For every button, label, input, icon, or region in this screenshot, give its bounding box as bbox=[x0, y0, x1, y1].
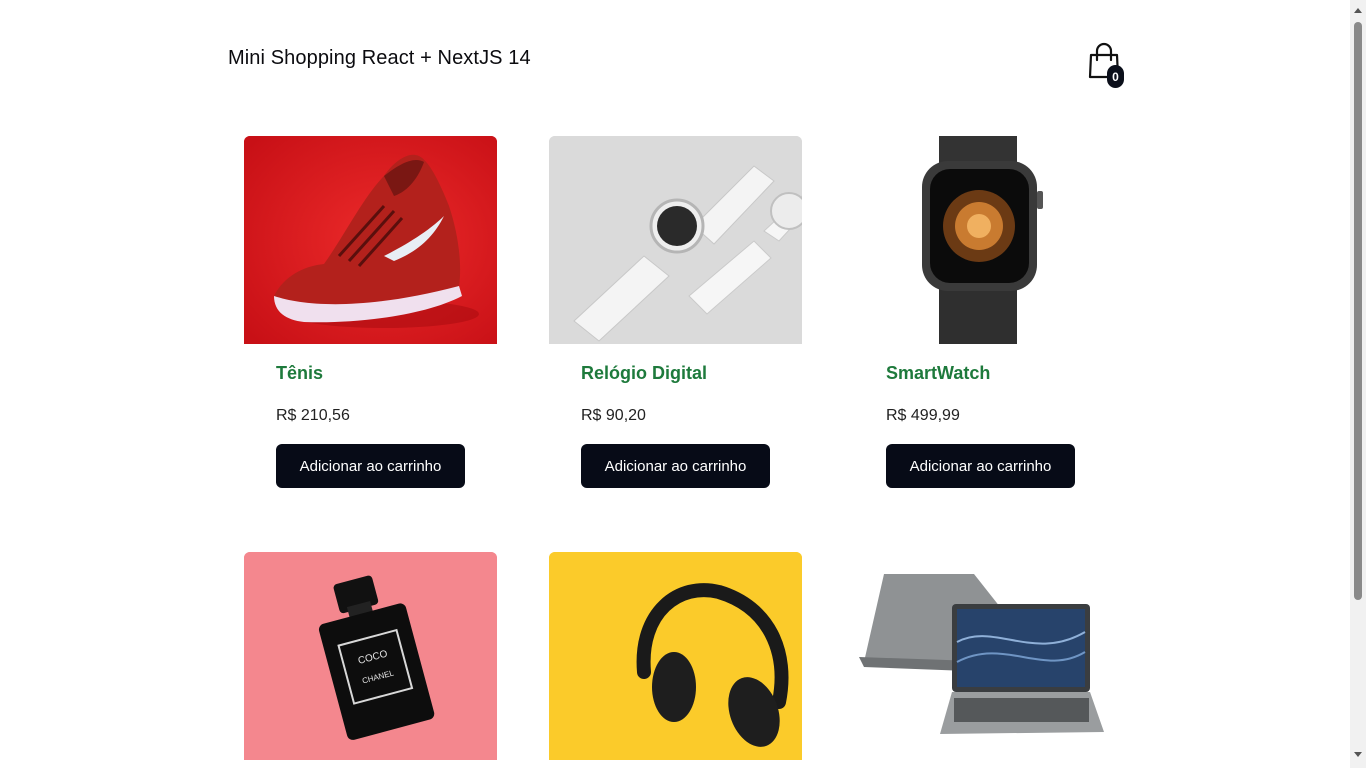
product-card-tenis: Tênis R$ 210,56 Adicionar ao carrinho bbox=[244, 136, 497, 488]
scrollbar-thumb[interactable] bbox=[1354, 22, 1362, 600]
add-to-cart-button[interactable]: Adicionar ao carrinho bbox=[886, 444, 1075, 488]
white-watches-image bbox=[549, 136, 802, 344]
product-card-perfume: COCO CHANEL bbox=[244, 552, 497, 760]
product-price: R$ 499,99 bbox=[886, 407, 960, 424]
page: Mini Shopping React + NextJS 14 0 Tênis … bbox=[0, 0, 1350, 768]
scroll-down-arrow-icon[interactable] bbox=[1354, 752, 1362, 757]
product-card-headphones bbox=[549, 552, 802, 760]
product-price: R$ 90,20 bbox=[581, 407, 646, 424]
product-title: Tênis bbox=[276, 363, 324, 383]
add-to-cart-button[interactable]: Adicionar ao carrinho bbox=[581, 444, 770, 488]
page-scrollbar[interactable] bbox=[1350, 0, 1366, 768]
cart-button[interactable]: 0 bbox=[1086, 42, 1130, 90]
cart-count-badge: 0 bbox=[1107, 65, 1124, 88]
product-card-relogio-digital: Relógio Digital R$ 90,20 Adicionar ao ca… bbox=[549, 136, 802, 488]
red-sneaker-image bbox=[244, 136, 497, 344]
product-card-laptop bbox=[854, 552, 1107, 760]
product-card-smartwatch: SmartWatch R$ 499,99 Adicionar ao carrin… bbox=[854, 136, 1107, 488]
product-title: Relógio Digital bbox=[581, 363, 707, 383]
smartwatch-image bbox=[854, 136, 1107, 344]
headphones-image bbox=[549, 552, 802, 760]
app-title: Mini Shopping React + NextJS 14 bbox=[228, 47, 531, 69]
product-price: R$ 210,56 bbox=[276, 407, 350, 424]
laptop-image bbox=[854, 552, 1107, 760]
scroll-up-arrow-icon[interactable] bbox=[1354, 8, 1362, 13]
add-to-cart-button[interactable]: Adicionar ao carrinho bbox=[276, 444, 465, 488]
product-title: SmartWatch bbox=[886, 363, 991, 383]
perfume-bottle-image: COCO CHANEL bbox=[244, 552, 497, 760]
